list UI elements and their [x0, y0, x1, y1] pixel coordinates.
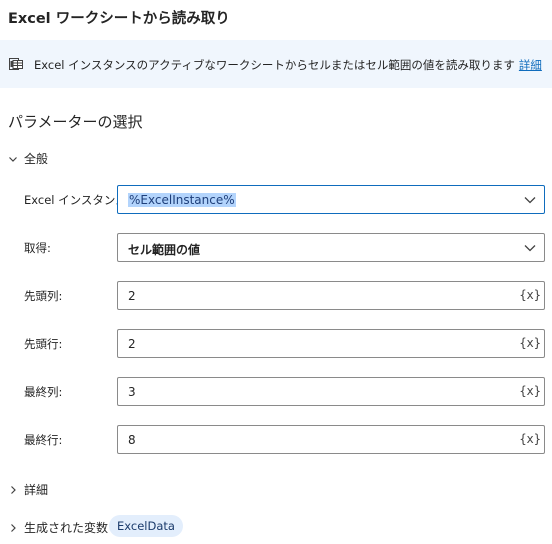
variable-picker-button[interactable]: {x} [519, 384, 541, 398]
generated-variables-label: 生成された変数 [24, 521, 109, 535]
variable-picker-button[interactable]: {x} [519, 432, 541, 446]
end-row-value: 8 [128, 433, 136, 447]
end-row-input[interactable]: 8 {x} [117, 425, 545, 454]
start-column-input[interactable]: 2 {x} [117, 281, 545, 310]
general-group-toggle[interactable]: 全般 [8, 150, 48, 167]
chevron-down-icon [524, 197, 536, 204]
generated-variables-toggle[interactable]: 生成された変数 [8, 519, 108, 536]
retrieve-dropdown[interactable]: セル範囲の値 [117, 233, 545, 262]
excel-instance-value: %ExcelInstance% [128, 193, 236, 207]
parameters-title: パラメーターの選択 [8, 113, 143, 131]
details-link[interactable]: 詳細 [519, 58, 542, 72]
retrieve-value: セル範囲の値 [128, 243, 201, 257]
end-row-label: 最終行: [24, 433, 63, 447]
start-column-label: 先頭列: [24, 289, 63, 303]
dialog-title: Excel ワークシートから読み取り [8, 11, 230, 27]
general-group-label: 全般 [24, 152, 49, 166]
excel-instance-label: Excel インスタンス: [24, 193, 131, 207]
start-row-input[interactable]: 2 {x} [117, 329, 545, 358]
info-description: Excel インスタンスのアクティブなワークシートからセルまたはセル範囲の値を読… [34, 57, 542, 73]
end-column-input[interactable]: 3 {x} [117, 377, 545, 406]
end-column-label: 最終列: [24, 385, 63, 399]
worksheet-icon [9, 58, 23, 70]
chevron-down-icon [9, 156, 17, 162]
chevron-right-icon [11, 485, 16, 494]
start-row-label: 先頭行: [24, 337, 63, 351]
start-column-value: 2 [128, 289, 136, 303]
details-group-toggle[interactable]: 詳細 [8, 481, 48, 498]
retrieve-label: 取得: [24, 241, 51, 255]
variable-picker-button[interactable]: {x} [519, 336, 541, 350]
variable-chip-exceldata[interactable]: ExcelData [109, 515, 183, 537]
details-group-label: 詳細 [24, 483, 49, 497]
info-bar: Excel インスタンスのアクティブなワークシートからセルまたはセル範囲の値を読… [0, 40, 552, 88]
chevron-right-icon [11, 523, 16, 532]
variable-picker-button[interactable]: {x} [519, 288, 541, 302]
start-row-value: 2 [128, 337, 136, 351]
excel-instance-dropdown[interactable]: %ExcelInstance% [117, 185, 545, 214]
info-text: Excel インスタンスのアクティブなワークシートからセルまたはセル範囲の値を読… [34, 58, 515, 72]
chevron-down-icon [524, 245, 536, 252]
end-column-value: 3 [128, 385, 136, 399]
